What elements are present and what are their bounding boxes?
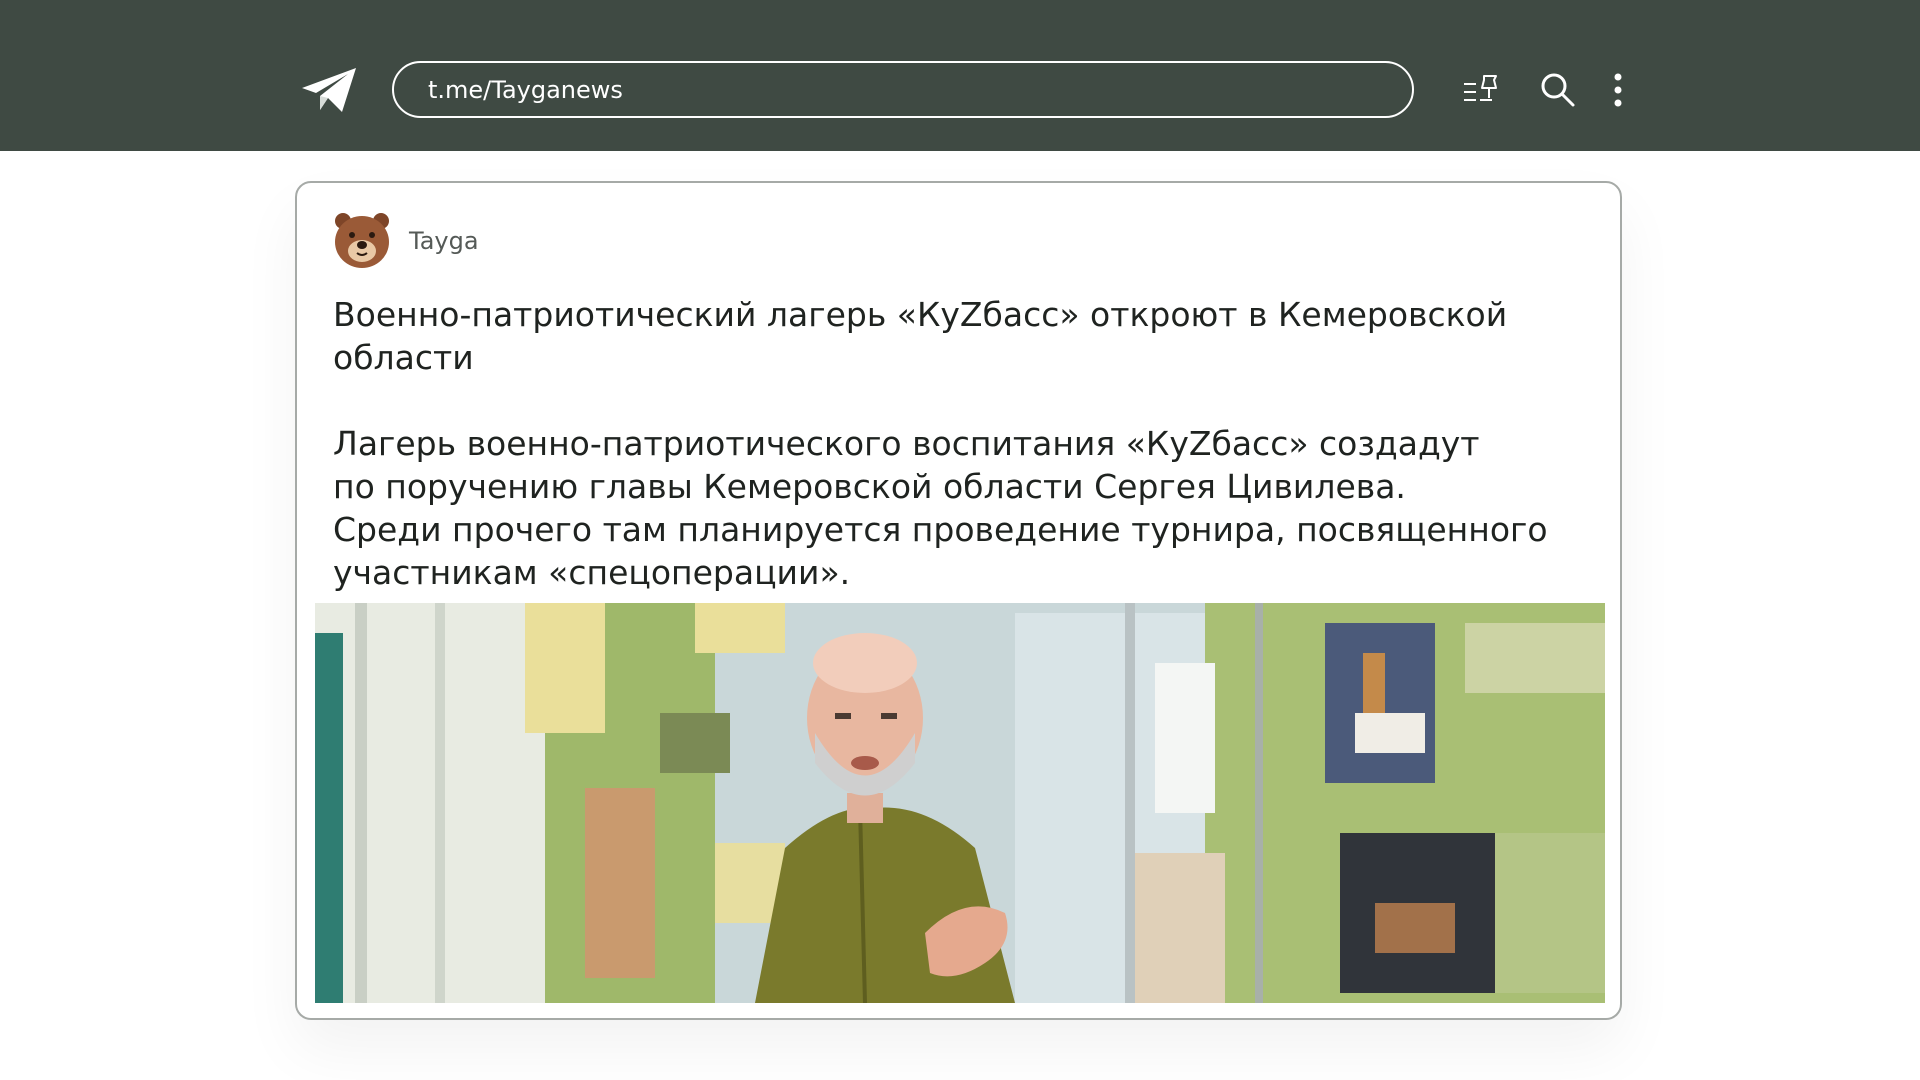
post-title: Военно-патриотический лагерь «КуZбасс» о… <box>333 295 1508 377</box>
post-text: Военно-патриотический лагерь «КуZбасс» о… <box>333 293 1593 594</box>
channel-name[interactable]: Tayga <box>409 227 479 255</box>
post-photo[interactable] <box>315 603 1605 1003</box>
post-body-line: Лагерь военно-патриотического воспитания… <box>333 424 1480 463</box>
pinned-list-icon[interactable] <box>1462 70 1502 110</box>
more-vertical-icon[interactable] <box>1604 70 1632 110</box>
channel-avatar[interactable] <box>333 209 391 269</box>
search-icon[interactable] <box>1538 70 1578 110</box>
channel-url-field[interactable]: t.me/Tayganews <box>392 61 1414 118</box>
channel-url-text: t.me/Tayganews <box>428 75 623 104</box>
post-card: Tayga Военно-патриотический лагерь «КуZб… <box>295 181 1622 1020</box>
post-body-line: участникам «спецоперации». <box>333 553 851 592</box>
post-body-line: по поручению главы Кемеровской области С… <box>333 467 1406 506</box>
post-body-line: Среди прочего там планируется проведение… <box>333 510 1548 549</box>
telegram-logo-icon[interactable] <box>300 66 360 116</box>
top-bar: t.me/Tayganews <box>0 0 1920 151</box>
